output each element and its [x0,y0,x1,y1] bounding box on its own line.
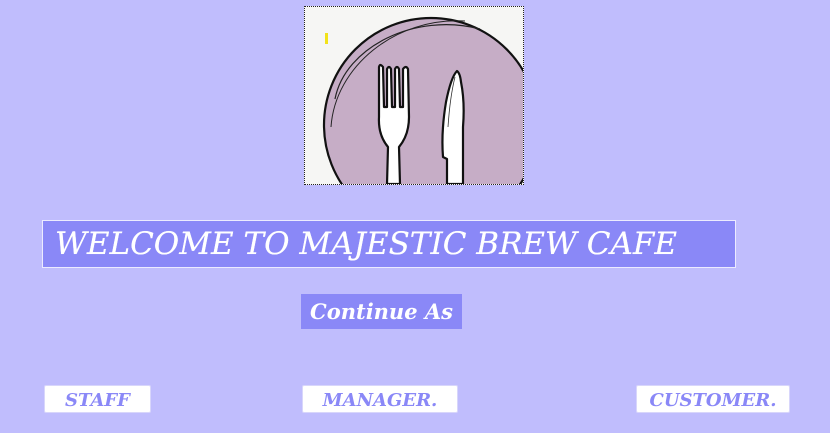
customer-button[interactable]: CUSTOMER. [636,385,790,413]
fork-knife-plate-icon [305,7,523,184]
manager-button[interactable]: MANAGER. [302,385,458,413]
continue-as-label: Continue As [301,294,462,329]
welcome-title: WELCOME TO MAJESTIC BREW CAFE [42,220,736,268]
staff-button[interactable]: STAFF [44,385,151,413]
cafe-logo [304,6,524,185]
